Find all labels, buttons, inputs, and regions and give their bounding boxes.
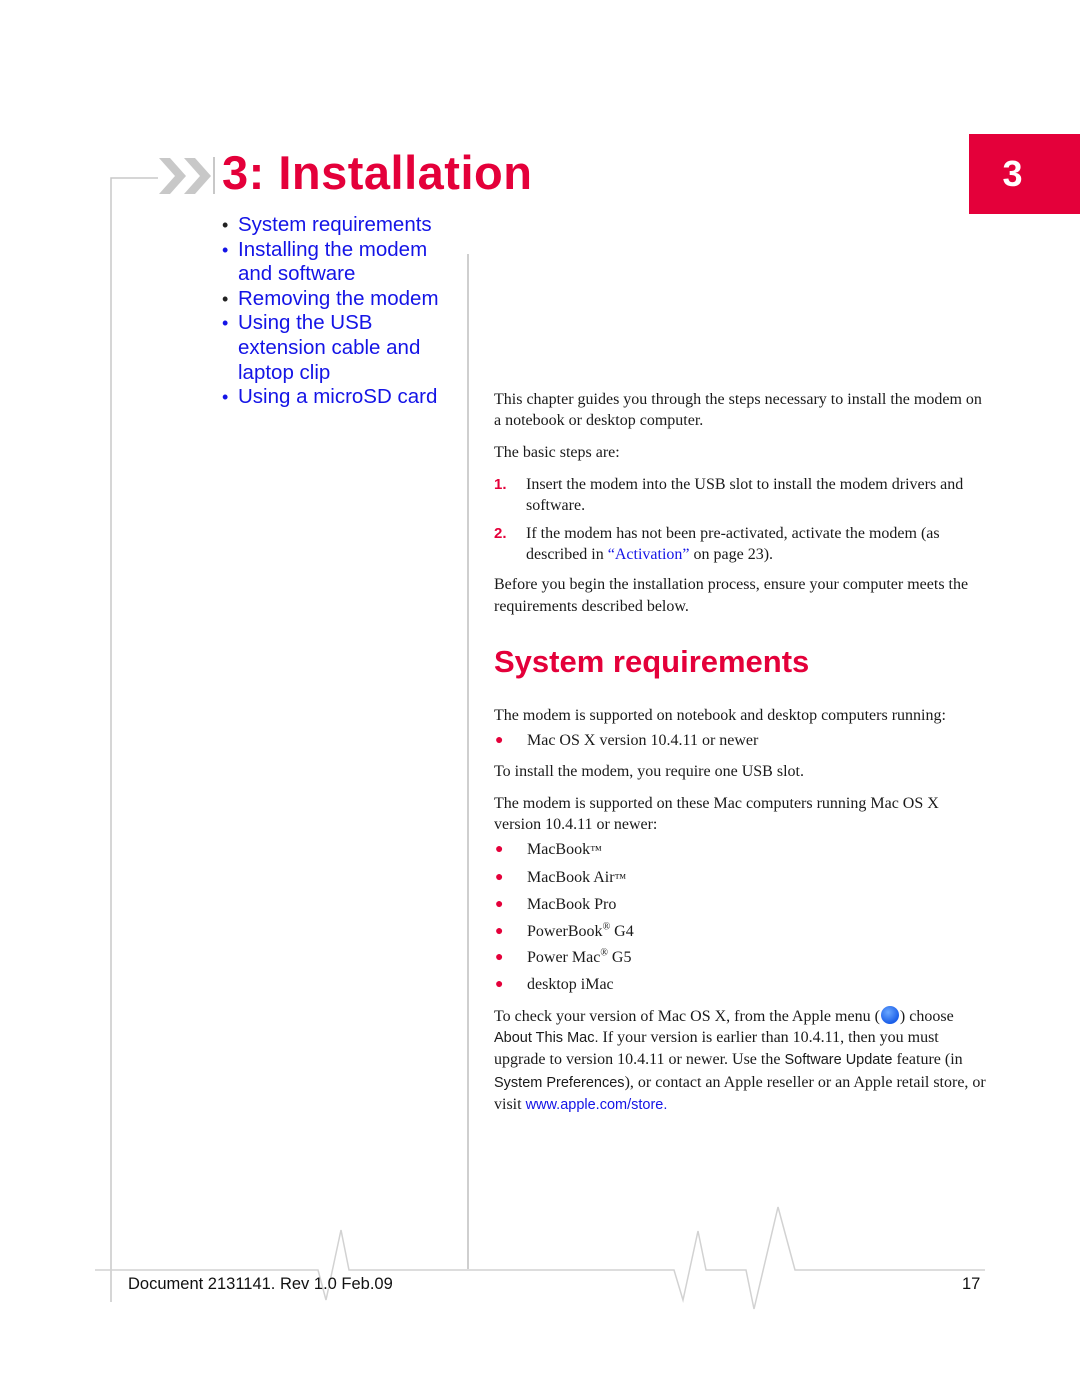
step-text-part: on page 23). [689, 546, 774, 564]
before-you-begin-paragraph: Before you begin the installation proces… [494, 576, 969, 615]
bullet-icon: • [222, 387, 229, 408]
text: ) choose [899, 1008, 954, 1026]
bullet-icon: • [222, 239, 229, 260]
text: feature (in [892, 1051, 963, 1069]
chapter-number: 3 [1002, 153, 1023, 194]
footer-page-number: 17 [962, 1275, 981, 1293]
step-number: 2. [494, 525, 507, 543]
ui-term-system-preferences: System Preferences [494, 1074, 625, 1091]
footer-document-info: Document 2131141. Rev 1.0 Feb.09 [128, 1275, 393, 1293]
os-list-item: ● Mac OS X version 10.4.11 or newer [494, 730, 989, 751]
computer-list-item: ● Power Mac® G5 [494, 947, 989, 968]
computer-list-item: ● desktop iMac [494, 974, 989, 995]
computer-model: Power Mac [527, 949, 601, 967]
computer-model: PowerBook [527, 922, 603, 940]
computer-name: Power Mac® G5 [527, 947, 631, 968]
computer-list-item: ● MacBook Pro [494, 894, 989, 915]
bullet-icon: • [222, 313, 229, 334]
chevron-arrows-icon [159, 157, 215, 194]
apple-store-link[interactable]: www.apple.com/store [526, 1097, 664, 1113]
bullet-icon: ● [495, 842, 504, 858]
bullet-icon: ● [495, 869, 504, 885]
toc-link[interactable]: Removing the modem [238, 287, 439, 312]
computer-name: PowerBook® G4 [527, 921, 634, 942]
bullet-icon: • [222, 215, 229, 235]
toc-item-removing[interactable]: • Removing the modem [222, 287, 462, 312]
text: To check your version of Mac OS X, from … [494, 1008, 880, 1026]
footer-heartbeat-line-right [468, 1206, 985, 1310]
toc-item-microsd[interactable]: • Using a microSD card [222, 385, 462, 410]
main-content: This chapter guides you through the step… [494, 389, 989, 1127]
supported-paragraph: The modem is supported on notebook and d… [494, 706, 946, 724]
chapter-number-tab: 3 [969, 134, 1080, 214]
computer-name: MacBook™ [527, 839, 602, 861]
os-name: Mac OS X version 10.4.11 or newer [527, 732, 759, 750]
bullet-icon: ● [495, 976, 504, 992]
bullet-icon: ● [495, 950, 504, 966]
check-version-paragraph: To check your version of Mac OS X, from … [494, 1006, 989, 1116]
chapter-frame-line [110, 177, 158, 1302]
computer-list-item: ● MacBook Air™ [494, 867, 989, 889]
computer-name: MacBook Air™ [527, 867, 626, 889]
trademark: ™ [614, 870, 627, 885]
toc-link[interactable]: Using the USB extension cable and laptop… [238, 311, 462, 385]
toc-item-system-requirements[interactable]: • System requirements [222, 213, 462, 238]
toc-item-installing[interactable]: • Installing the modem and software [222, 238, 462, 287]
computer-list-item: ● MacBook™ [494, 839, 989, 861]
section-heading-system-requirements: System requirements [494, 643, 810, 679]
computer-suffix: G4 [610, 922, 634, 940]
apple-icon [880, 1006, 899, 1025]
toc-link[interactable]: Using a microSD card [238, 385, 437, 410]
step-item: 1. Insert the modem into the USB slot to… [494, 474, 989, 516]
step-text: If the modem has not been pre-activated,… [526, 523, 989, 565]
computer-suffix: G5 [607, 949, 632, 967]
ui-term-software-update: Software Update [784, 1052, 893, 1069]
step-item: 2. If the modem has not been pre-activat… [494, 523, 989, 565]
bullet-icon: ● [495, 733, 504, 749]
computer-name: MacBook Pro [527, 894, 616, 915]
bullet-icon: • [222, 288, 229, 309]
usb-slot-paragraph: To install the modem, you require one US… [494, 763, 804, 781]
toc-link[interactable]: System requirements [238, 213, 432, 238]
trademark: ™ [590, 843, 602, 858]
step-number: 1. [494, 475, 507, 493]
computer-list-item: ● PowerBook® G4 [494, 921, 989, 942]
toc-item-usb-extension[interactable]: • Using the USB extension cable and lapto… [222, 311, 462, 385]
computer-model: MacBook Pro [527, 896, 617, 914]
chapter-toc: • System requirements • Installing the mod… [222, 213, 462, 410]
toc-link[interactable]: Installing the modem and software [238, 238, 462, 287]
supported-macs-paragraph: The modem is supported on these Mac comp… [494, 794, 939, 834]
computer-name: desktop iMac [527, 974, 614, 995]
ui-term-about-this-mac: About This Mac. [494, 1030, 599, 1047]
computer-model: desktop iMac [527, 975, 614, 993]
intro-paragraph: This chapter guides you through the step… [494, 391, 982, 430]
bullet-icon: ● [495, 923, 504, 939]
computer-model: MacBook Air [527, 868, 615, 886]
computer-model: MacBook [527, 841, 591, 859]
registered-mark: ® [600, 948, 608, 960]
bullet-icon: ● [495, 897, 504, 913]
activation-link[interactable]: “Activation” [608, 546, 690, 563]
text: . [663, 1096, 668, 1113]
step-text: Insert the modem into the USB slot to in… [526, 475, 964, 514]
steps-intro: The basic steps are: [494, 443, 620, 461]
chapter-title: 3: Installation [222, 146, 533, 199]
